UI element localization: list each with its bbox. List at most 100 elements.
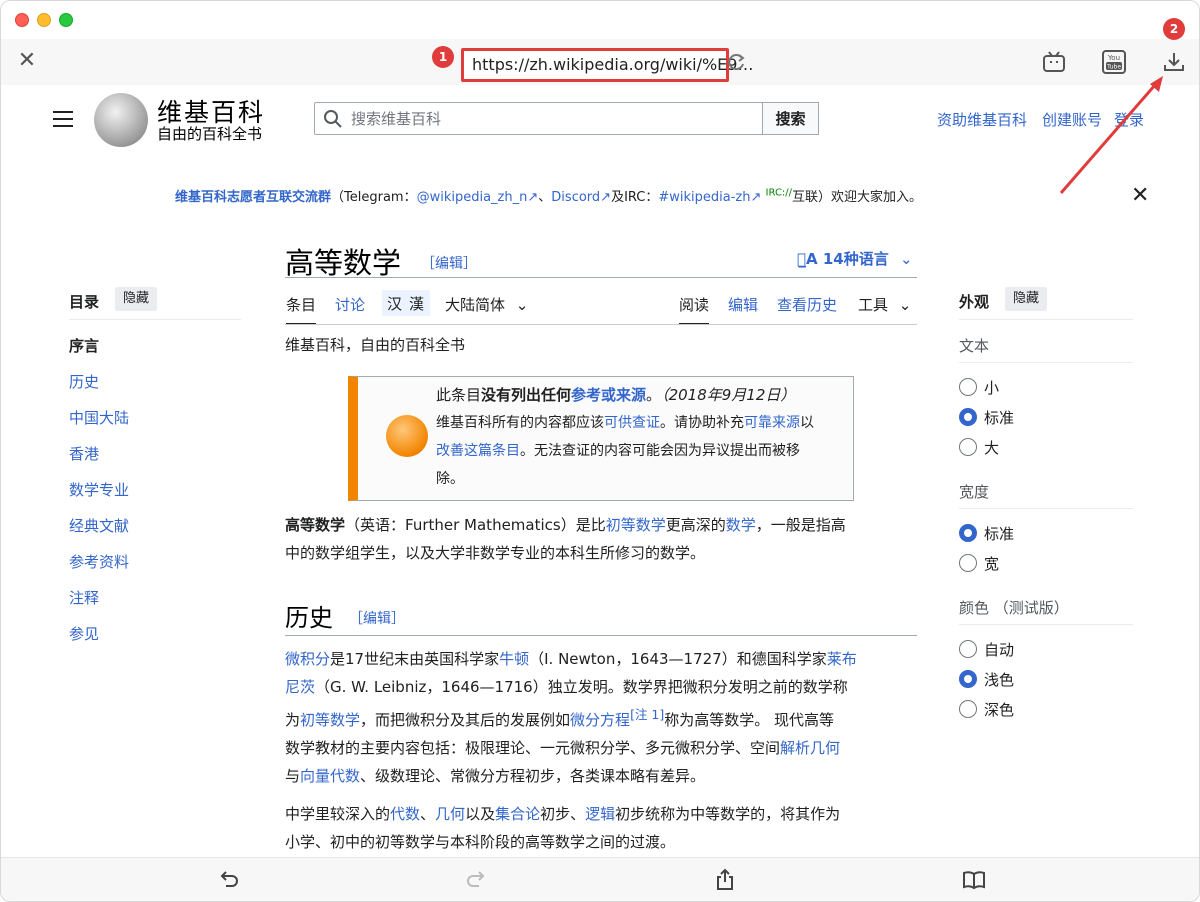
width-standard-radio[interactable]: 标准: [959, 523, 1014, 544]
page-title: 高等数学: [285, 246, 402, 280]
verifiability-link[interactable]: 可供查证: [604, 415, 660, 431]
toc-item[interactable]: 中国大陆: [69, 407, 129, 428]
title-rule: [285, 277, 917, 278]
wikipedia-logo[interactable]: [94, 93, 148, 147]
tab-read[interactable]: 阅读: [679, 294, 710, 325]
toc-hide-button[interactable]: 隐藏: [115, 287, 158, 311]
leibniz-link[interactable]: 莱布: [827, 650, 857, 668]
search-button[interactable]: 搜索: [762, 102, 819, 135]
title-bar: [1, 1, 1199, 39]
step-badge-1: 1: [432, 46, 454, 68]
address-bar[interactable]: https://zh.wikipedia.org/wiki/%E9…: [461, 48, 753, 82]
tools-dropdown[interactable]: 工具 ⌄: [858, 294, 911, 315]
redo-icon[interactable]: [464, 868, 488, 892]
discord-link[interactable]: Discord: [551, 190, 600, 205]
differential-equation-link[interactable]: 微分方程: [570, 711, 630, 729]
text-size-small-radio[interactable]: 小: [959, 377, 999, 398]
newton-link[interactable]: 牛顿: [499, 650, 529, 668]
color-dark-radio[interactable]: 深色: [959, 699, 1014, 720]
improve-article-link[interactable]: 改善这篇条目: [436, 443, 520, 459]
sources-link[interactable]: 参考或来源: [571, 386, 646, 404]
browser-toolbar: ✕ 1 https://zh.wikipedia.org/wiki/%E9… Y…: [1, 39, 1199, 85]
variant-toggle[interactable]: 汉 漢: [382, 290, 430, 316]
vector-algebra-link[interactable]: 向量代数: [300, 767, 360, 785]
telegram-link[interactable]: @wikipedia_zh_n: [417, 190, 528, 205]
section-rule: [285, 635, 917, 636]
logic-link[interactable]: 逻辑: [585, 805, 615, 823]
toc-item[interactable]: 参考资料: [69, 551, 129, 572]
url-text[interactable]: https://zh.wikipedia.org/wiki/%E9…: [472, 55, 753, 74]
language-button[interactable]: 文̲A 14种语言 ⌄: [797, 248, 913, 269]
width-wide-radio[interactable]: 宽: [959, 553, 999, 574]
set-theory-link[interactable]: 集合论: [495, 805, 540, 823]
step-badge-2: 2: [1163, 18, 1185, 40]
svg-text:Tube: Tube: [1106, 64, 1121, 71]
toc-item[interactable]: 参见: [69, 623, 99, 644]
close-window-button[interactable]: [15, 13, 29, 27]
irc-link[interactable]: #wikipedia-zh: [658, 190, 750, 205]
appearance-hide-button[interactable]: 隐藏: [1005, 287, 1048, 311]
reliable-sources-link[interactable]: 可靠来源: [744, 415, 800, 431]
footnote-link[interactable]: [注 1]: [630, 707, 664, 722]
math-link[interactable]: 数学: [726, 516, 756, 534]
search-input[interactable]: [351, 103, 751, 134]
toc-item[interactable]: 经典文献: [69, 515, 129, 536]
share-icon[interactable]: [713, 868, 737, 892]
chevron-down-icon: ⌄: [898, 296, 912, 314]
tab-history[interactable]: 查看历史: [777, 294, 837, 315]
variant-dropdown[interactable]: 大陆简体 ⌄: [445, 294, 528, 315]
leibniz-link-cont[interactable]: 尼茨: [285, 678, 315, 696]
tab-talk[interactable]: 讨论: [335, 294, 365, 315]
calculus-link[interactable]: 微积分: [285, 650, 330, 668]
title-edit-link[interactable]: ［编辑］: [421, 253, 477, 273]
geometry-link[interactable]: 几何: [435, 805, 465, 823]
analytic-geometry-link[interactable]: 解析几何: [780, 739, 840, 757]
toc-item[interactable]: 数学专业: [69, 479, 129, 500]
algebra-link[interactable]: 代数: [390, 805, 420, 823]
group-link[interactable]: 维基百科志愿者互联交流群: [175, 190, 331, 205]
section-edit-link[interactable]: ［编辑］: [349, 608, 405, 628]
toc-item[interactable]: 注释: [69, 587, 99, 608]
reload-icon[interactable]: [728, 52, 746, 72]
elementary-math-link-2[interactable]: 初等数学: [300, 711, 360, 729]
book-icon[interactable]: [962, 868, 986, 892]
color-auto-radio[interactable]: 自动: [959, 639, 1014, 660]
appearance-divider: [959, 362, 1133, 363]
appearance-divider: [959, 319, 1133, 320]
text-size-label: 文本: [959, 337, 990, 355]
article-subtitle: 维基百科，自由的百科全书: [285, 336, 466, 354]
main-menu-icon[interactable]: [53, 111, 73, 127]
toc-title: 目录: [69, 293, 100, 311]
appearance-divider: [959, 624, 1133, 625]
history-paragraph-1: 微积分是17世纪末由英国科学家牛顿（I. Newton，1643—1727）和德…: [285, 650, 857, 785]
translate-icon: 文̲A: [797, 250, 818, 268]
undo-icon[interactable]: [217, 868, 241, 892]
toc-item[interactable]: 香港: [69, 443, 99, 464]
wiki-page: 维基百科 自由的百科全书 搜索 资助维基百科 创建账号 登录 维基百科志愿者互联…: [1, 85, 1199, 857]
elementary-math-link[interactable]: 初等数学: [606, 516, 666, 534]
variant-simplified[interactable]: 汉: [387, 293, 402, 314]
color-light-radio[interactable]: 浅色: [959, 669, 1014, 690]
zoom-window-button[interactable]: [59, 13, 73, 27]
text-size-standard-radio[interactable]: 标准: [959, 407, 1014, 428]
search-icon: [324, 110, 342, 128]
variant-traditional[interactable]: 漢: [409, 293, 424, 314]
appearance-divider: [959, 508, 1133, 509]
search-box[interactable]: [314, 102, 763, 135]
color-label: 颜色 （测试版）: [959, 599, 1069, 617]
section-heading-history: 历史: [285, 604, 333, 632]
browser-window: ✕ 1 https://zh.wikipedia.org/wiki/%E9… Y…: [0, 0, 1200, 902]
minimize-window-button[interactable]: [37, 13, 51, 27]
toc-divider: [69, 319, 241, 320]
close-icon[interactable]: ✕: [15, 49, 39, 73]
chevron-down-icon: ⌄: [515, 296, 529, 314]
toc-item[interactable]: 序言: [69, 335, 99, 356]
svg-text:You: You: [1107, 54, 1120, 62]
tab-article[interactable]: 条目: [286, 294, 317, 325]
text-size-large-radio[interactable]: 大: [959, 437, 999, 458]
tab-edit[interactable]: 编辑: [728, 294, 758, 315]
toc-item[interactable]: 历史: [69, 371, 99, 392]
tabs-rule: [285, 324, 917, 325]
external-link-icon: ↗: [600, 190, 612, 205]
donate-link[interactable]: 资助维基百科: [937, 109, 1027, 130]
